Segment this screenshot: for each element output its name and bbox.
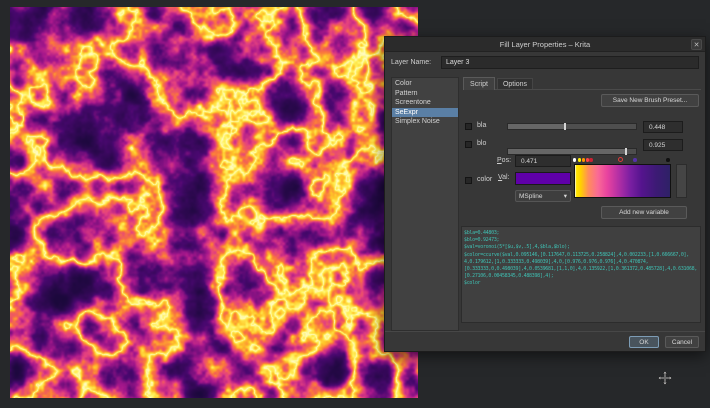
gradient-stop[interactable] bbox=[633, 158, 637, 162]
color-checkbox[interactable] bbox=[465, 177, 472, 184]
layer-name-label: Layer Name: bbox=[391, 59, 431, 66]
bla-value-box[interactable]: 0.448 bbox=[643, 121, 683, 133]
close-icon[interactable]: ✕ bbox=[691, 39, 702, 50]
color-value-swatch[interactable] bbox=[515, 172, 571, 185]
gradient-bar[interactable] bbox=[574, 164, 671, 198]
krita-app: { "window": { "title": "Fill Layer Prope… bbox=[0, 0, 710, 408]
bla-slider-fill bbox=[508, 124, 565, 129]
pan-cursor-icon bbox=[658, 371, 672, 385]
gradient-side-button[interactable] bbox=[676, 164, 687, 198]
seexpr-script-editor[interactable]: $bla=0.44803; $blo=0.92473; $val=voronoi… bbox=[461, 226, 701, 323]
bla-label: bla bbox=[477, 122, 486, 129]
gradient-stop[interactable] bbox=[589, 158, 593, 162]
blo-slider-handle[interactable] bbox=[625, 148, 627, 155]
gradient-stops-row[interactable] bbox=[574, 157, 671, 163]
tab-script[interactable]: Script bbox=[463, 77, 495, 90]
cancel-button[interactable]: Cancel bbox=[665, 336, 699, 348]
val-label: Val: bbox=[498, 174, 510, 181]
list-item-screentone[interactable]: Screentone bbox=[392, 98, 458, 108]
gradient-stop[interactable] bbox=[573, 158, 577, 162]
pos-label: Pos: bbox=[497, 157, 511, 164]
pos-input[interactable]: 0.471 bbox=[515, 155, 571, 167]
bla-slider[interactable] bbox=[507, 123, 637, 130]
dialog-button-separator bbox=[385, 331, 705, 332]
gradient-stop-selected[interactable] bbox=[618, 157, 623, 162]
blo-slider-fill bbox=[508, 149, 626, 154]
list-item-pattern[interactable]: Pattern bbox=[392, 89, 458, 99]
gradient-stop[interactable] bbox=[666, 158, 670, 162]
list-item-color[interactable]: Color bbox=[392, 79, 458, 89]
gradient-stop[interactable] bbox=[582, 158, 586, 162]
layer-name-input[interactable]: Layer 3 bbox=[441, 56, 699, 69]
dialog-titlebar[interactable]: Fill Layer Properties – Krita ✕ bbox=[385, 37, 705, 52]
blo-label: blo bbox=[477, 140, 486, 147]
bla-slider-handle[interactable] bbox=[564, 123, 566, 130]
ok-button[interactable]: OK bbox=[629, 336, 659, 348]
blo-checkbox[interactable] bbox=[465, 141, 472, 148]
interpolation-dropdown[interactable]: MSpline ▾ bbox=[515, 190, 571, 202]
interpolation-value: MSpline bbox=[519, 193, 542, 200]
list-item-simplex-noise[interactable]: Simplex Noise bbox=[392, 117, 458, 127]
blo-slider[interactable] bbox=[507, 148, 637, 155]
save-new-brush-preset-button[interactable]: Save New Brush Preset... bbox=[601, 94, 699, 107]
list-item-seexpr[interactable]: SeExpr bbox=[392, 108, 458, 118]
dialog-title: Fill Layer Properties – Krita bbox=[500, 40, 590, 49]
blo-value-box[interactable]: 0.925 bbox=[643, 139, 683, 151]
layer-texture-canvas[interactable] bbox=[10, 7, 418, 398]
generator-list: Color Pattern Screentone SeExpr Simplex … bbox=[391, 77, 459, 331]
color-label: color bbox=[477, 176, 492, 183]
bla-checkbox[interactable] bbox=[465, 123, 472, 130]
dropdown-arrow-icon: ▾ bbox=[564, 192, 567, 200]
gradient-stop[interactable] bbox=[578, 158, 582, 162]
add-new-variable-button[interactable]: Add new variable bbox=[601, 206, 687, 219]
fill-layer-properties-dialog: Fill Layer Properties – Krita ✕ Layer Na… bbox=[384, 36, 706, 352]
